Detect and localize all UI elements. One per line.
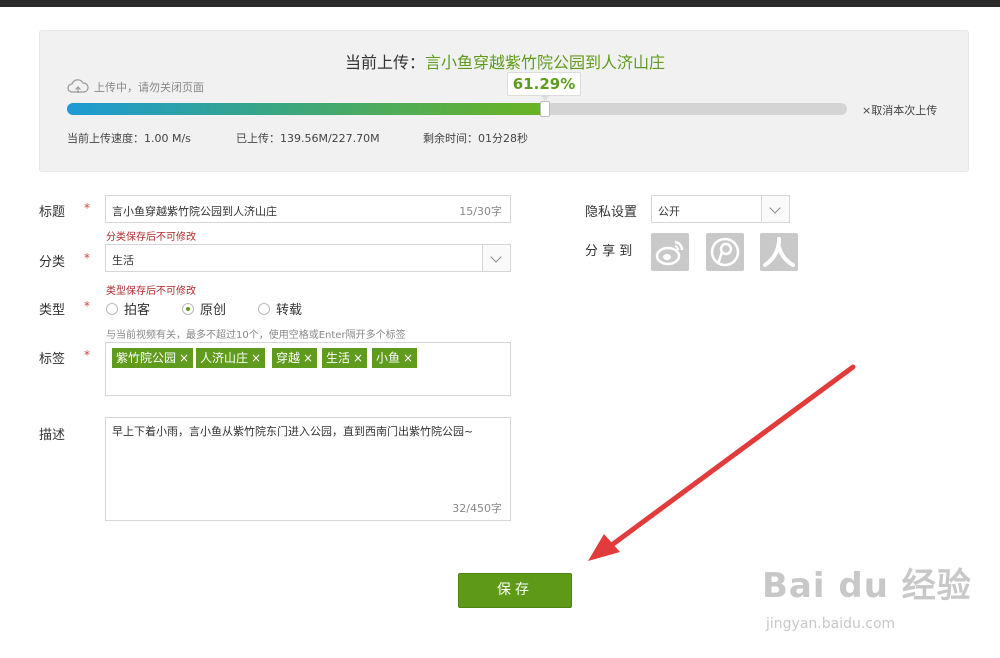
baidu-jingyan-watermark: Bai du 经验 jingyan.baidu.com [762,558,972,632]
watermark-brand: Bai du 经验 [762,566,972,606]
watermark-url: jingyan.baidu.com [766,616,896,632]
